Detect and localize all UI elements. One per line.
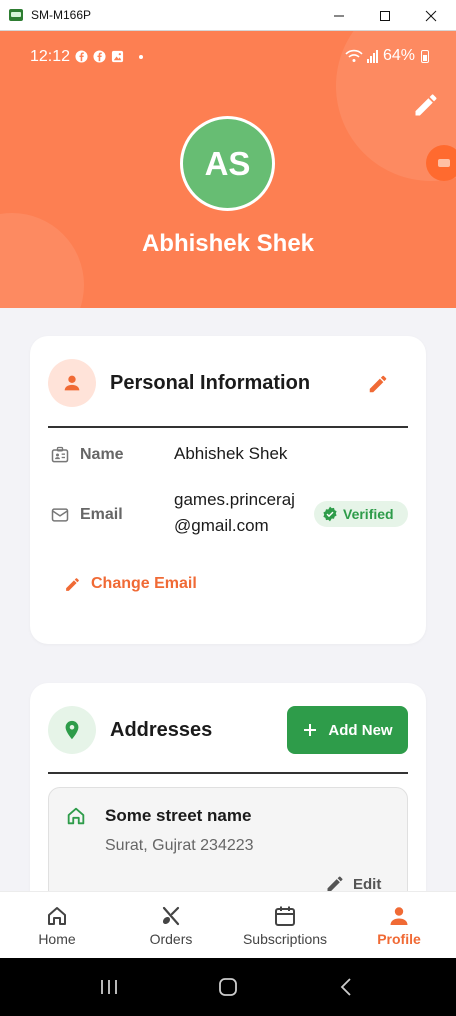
nav-label-subscriptions: Subscriptions <box>242 931 328 947</box>
section-divider <box>48 772 408 774</box>
address-line2: Surat, Gujrat 234223 <box>105 837 254 854</box>
home-outline-icon <box>67 807 85 825</box>
plus-icon <box>304 724 317 736</box>
phone-screen: 12:12 64% AS Abhishek Shek Personal Info… <box>0 31 456 958</box>
battery-percent: 64% <box>382 47 415 64</box>
email-value-line1: games.princeraj <box>174 490 295 509</box>
more-notifications-dot <box>139 54 143 59</box>
nav-label-orders: Orders <box>149 931 193 947</box>
facebook-icon <box>75 50 88 63</box>
email-value: games.princeraj @gmail.com <box>174 487 295 539</box>
status-bar: 12:12 64% <box>0 31 456 83</box>
edit-personal-info-icon[interactable] <box>367 373 389 395</box>
system-navigation-bar <box>0 958 456 1016</box>
decorative-circle <box>0 213 84 308</box>
nav-label-home: Home <box>38 931 76 947</box>
verified-badge: Verified <box>314 501 408 527</box>
edit-address-label: Edit <box>353 875 382 893</box>
signal-icon <box>366 49 378 63</box>
person-icon <box>64 375 80 391</box>
wifi-icon <box>345 49 363 62</box>
avatar[interactable]: AS <box>180 116 275 211</box>
person-icon <box>390 907 408 925</box>
facebook-icon <box>93 50 106 63</box>
section-title: Addresses <box>110 719 213 741</box>
pencil-icon <box>66 577 79 591</box>
verified-label: Verified <box>343 506 394 522</box>
gallery-icon <box>111 50 124 63</box>
battery-icon <box>421 49 429 63</box>
calendar-icon <box>275 906 295 926</box>
status-right: 64% <box>345 47 429 65</box>
home-icon <box>48 907 66 925</box>
add-new-label: Add New <box>328 721 393 739</box>
edit-profile-icon[interactable] <box>412 91 440 119</box>
back-icon[interactable] <box>335 975 359 999</box>
id-badge-icon <box>51 446 69 463</box>
email-value-line2: @gmail.com <box>174 516 269 535</box>
maximize-button[interactable] <box>362 0 408 31</box>
address-line1: Some street name <box>105 806 252 825</box>
nav-item-profile[interactable]: Profile <box>342 892 456 958</box>
section-divider <box>48 426 408 428</box>
personal-info-card: Personal Information Name Abhishek Shek … <box>30 336 426 644</box>
utensils-icon <box>162 906 180 926</box>
status-time: 12:12 <box>30 48 71 65</box>
change-email-label: Change Email <box>91 575 197 592</box>
floating-camera-bubble[interactable] <box>426 145 456 181</box>
location-pin-icon <box>65 720 79 740</box>
bottom-navigation: Home Orders Subscriptions Profile <box>0 891 456 958</box>
verified-check-icon <box>323 506 337 522</box>
nav-item-subscriptions[interactable]: Subscriptions <box>228 892 342 958</box>
name-label: Name <box>80 446 124 463</box>
nav-label-profile: Profile <box>377 931 421 947</box>
change-email-button[interactable]: Change Email <box>64 575 197 593</box>
nav-item-home[interactable]: Home <box>0 892 114 958</box>
minimize-button[interactable] <box>316 0 362 31</box>
close-button[interactable] <box>408 0 454 31</box>
section-title: Personal Information <box>110 372 311 394</box>
name-value: Abhishek Shek <box>174 444 288 463</box>
mail-icon <box>51 508 69 522</box>
nav-item-orders[interactable]: Orders <box>114 892 228 958</box>
window-title: SM-M166P <box>31 8 92 22</box>
email-label: Email <box>80 506 123 523</box>
profile-header: 12:12 64% AS Abhishek Shek <box>0 31 456 308</box>
profile-name: Abhishek Shek <box>141 230 315 257</box>
app-icon <box>9 9 23 21</box>
location-icon-badge <box>48 706 96 754</box>
window-titlebar: SM-M166P <box>0 0 456 31</box>
recent-apps-icon[interactable] <box>97 975 121 999</box>
person-icon-badge <box>48 359 96 407</box>
home-button-icon[interactable] <box>216 975 240 999</box>
add-new-address-button[interactable]: Add New <box>287 706 408 754</box>
notification-icons <box>75 50 143 63</box>
